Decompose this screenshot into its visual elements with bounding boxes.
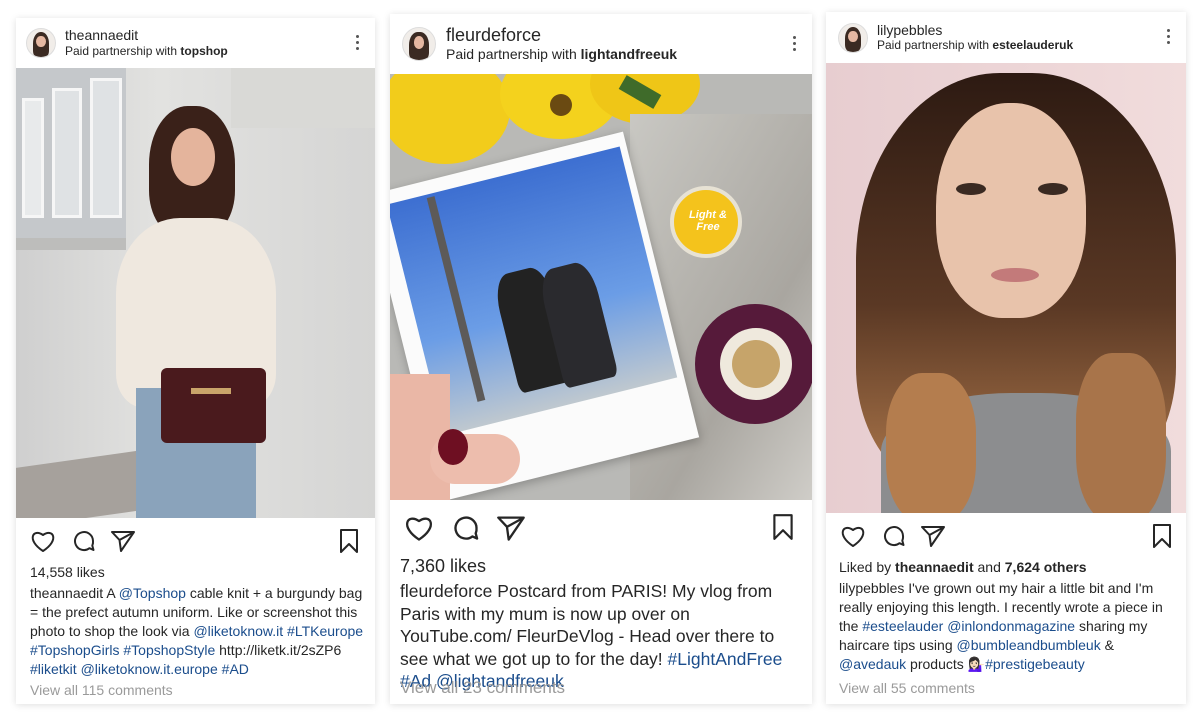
caption-text-segment: http://liketk.it/2sZP6: [215, 642, 342, 658]
partner-name[interactable]: esteelauderuk: [992, 38, 1073, 52]
post-header: lilypebbles Paid partnership with esteel…: [826, 12, 1186, 63]
liked-by-line[interactable]: Liked by theannaedit and 7,624 others: [839, 559, 1086, 575]
username[interactable]: lilypebbles: [877, 22, 1073, 38]
post-card-fleurdeforce: fleurdeforce Paid partnership with light…: [390, 14, 812, 704]
view-all-comments-link[interactable]: View all 23 comments: [400, 678, 565, 698]
send-icon[interactable]: [496, 514, 526, 542]
paid-partnership-label: Paid partnership with topshop: [65, 44, 228, 58]
comment-icon[interactable]: [72, 529, 96, 553]
heart-icon[interactable]: [404, 514, 434, 542]
avatar[interactable]: [402, 27, 436, 61]
partner-name[interactable]: lightandfreeuk: [581, 46, 677, 62]
post-card-lilypebbles: lilypebbles Paid partnership with esteel…: [826, 12, 1186, 704]
caption-username[interactable]: fleurdeforce: [400, 581, 492, 601]
more-options-icon[interactable]: [793, 36, 796, 51]
liked-by-user[interactable]: theannaedit: [895, 559, 974, 575]
more-options-icon[interactable]: [356, 35, 359, 50]
bookmark-icon[interactable]: [772, 513, 794, 546]
partnership-prefix: Paid partnership with: [877, 38, 990, 52]
post-header: theannaedit Paid partnership with topsho…: [16, 18, 375, 68]
hashtag-link[interactable]: #TopshopStyle: [123, 642, 215, 658]
mention-link[interactable]: @Topshop: [119, 585, 186, 601]
view-all-comments-link[interactable]: View all 115 comments: [30, 682, 173, 698]
more-options-icon[interactable]: [1167, 29, 1170, 44]
post-actions: [16, 528, 375, 554]
post-header: fleurdeforce Paid partnership with light…: [390, 14, 812, 74]
view-all-comments-link[interactable]: View all 55 comments: [839, 680, 975, 696]
send-icon[interactable]: [920, 524, 946, 548]
liked-by-prefix: Liked by: [839, 559, 892, 575]
post-caption: lilypebbles I've grown out my hair a lit…: [839, 579, 1179, 674]
comment-icon[interactable]: [452, 514, 480, 542]
avatar[interactable]: [838, 22, 868, 53]
hashtag-link[interactable]: #LightAndFree: [668, 649, 783, 669]
post-photo[interactable]: Light & Free: [390, 74, 812, 500]
hashtag-link[interactable]: #AD: [222, 661, 249, 677]
hashtag-link[interactable]: #liketkit: [30, 661, 77, 677]
caption-text-segment: A: [106, 585, 119, 601]
avatar[interactable]: [26, 28, 56, 58]
post-card-theannaedit: theannaedit Paid partnership with topsho…: [16, 18, 375, 704]
caption-username[interactable]: lilypebbles: [839, 580, 904, 596]
post-actions: [826, 523, 1186, 549]
send-icon[interactable]: [110, 529, 136, 553]
paid-partnership-label: Paid partnership with esteelauderuk: [877, 38, 1073, 52]
mention-link[interactable]: @inlondonmagazine: [947, 618, 1075, 634]
post-actions: [390, 513, 812, 543]
hashtag-link[interactable]: #TopshopGirls: [30, 642, 120, 658]
mention-link[interactable]: @liketoknow.it.europe: [81, 661, 218, 677]
light-and-free-label: Light & Free: [689, 209, 727, 233]
heart-icon[interactable]: [840, 524, 866, 548]
caption-text-segment: &: [1100, 637, 1114, 653]
username[interactable]: theannaedit: [65, 27, 228, 43]
partner-name[interactable]: topshop: [180, 44, 227, 58]
post-caption: theannaedit A @Topshop cable knit + a bu…: [30, 584, 366, 679]
liked-by-and: and: [977, 559, 1001, 575]
post-caption: fleurdeforce Postcard from PARIS! My vlo…: [400, 580, 805, 693]
comment-icon[interactable]: [882, 524, 906, 548]
mention-link[interactable]: @liketoknow.it: [193, 623, 283, 639]
caption-text-segment: products 💁🏻‍♀️: [906, 656, 986, 672]
mention-link[interactable]: @bumbleandbumbleuk: [957, 637, 1101, 653]
caption-username[interactable]: theannaedit: [30, 585, 103, 601]
heart-icon[interactable]: [30, 529, 56, 553]
bookmark-icon[interactable]: [339, 528, 359, 559]
likes-count[interactable]: 7,360 likes: [400, 556, 486, 577]
post-photo[interactable]: [16, 68, 375, 518]
bookmark-icon[interactable]: [1152, 523, 1172, 554]
hashtag-link[interactable]: #prestigebeauty: [985, 656, 1085, 672]
likes-count[interactable]: 14,558 likes: [30, 564, 105, 580]
partnership-prefix: Paid partnership with: [446, 45, 577, 62]
partnership-prefix: Paid partnership with: [65, 43, 178, 58]
paid-partnership-label: Paid partnership with lightandfreeuk: [446, 46, 677, 63]
mention-link[interactable]: @avedauk: [839, 656, 906, 672]
post-photo[interactable]: [826, 63, 1186, 513]
hashtag-link[interactable]: #LTKeurope: [287, 623, 363, 639]
hashtag-link[interactable]: #esteelauder: [862, 618, 943, 634]
liked-by-others[interactable]: 7,624 others: [1005, 559, 1087, 575]
username[interactable]: fleurdeforce: [446, 25, 677, 46]
